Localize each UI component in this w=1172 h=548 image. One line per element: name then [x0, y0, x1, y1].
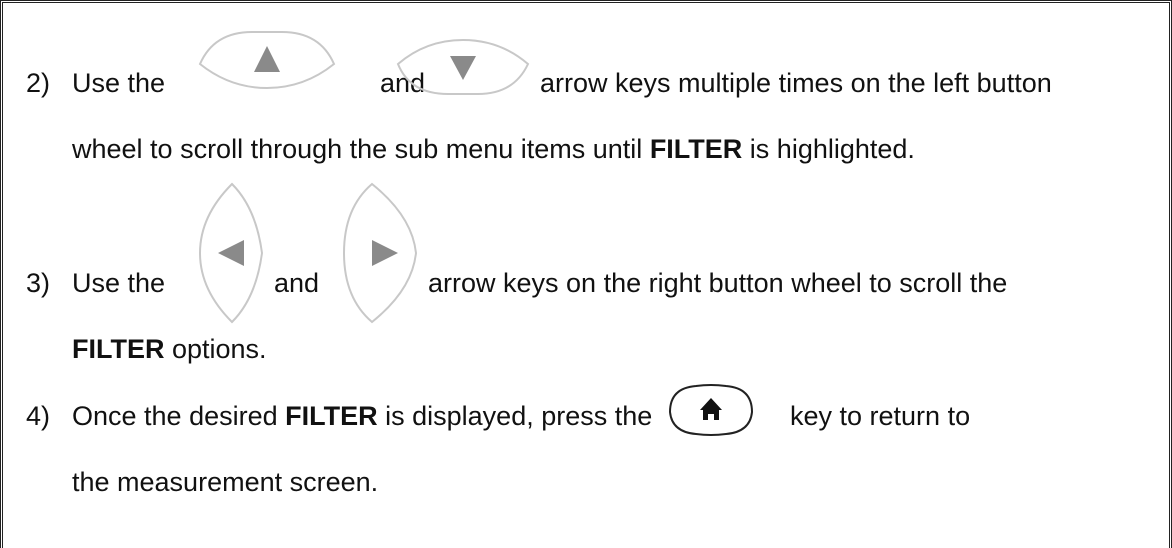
step-3-and: and — [274, 268, 320, 298]
step-4-filter-bold: FILTER — [285, 401, 378, 431]
down-arrow-key-icon — [388, 26, 538, 102]
step-2-line2-pre: wheel to scroll through the sub menu ite… — [72, 134, 650, 164]
left-arrow-key-icon — [190, 178, 272, 328]
step-2-line2-post: is highlighted. — [742, 134, 915, 164]
step-2-number: 2) — [26, 68, 51, 98]
step-2-use-the: Use the — [72, 68, 166, 98]
step-3-text-line2: FILTER options. — [72, 333, 267, 365]
step-2-text-line1: arrow keys multiple times on the left bu… — [540, 68, 1052, 98]
step-3-text-line1: arrow keys on the right button wheel to … — [428, 268, 1008, 298]
step-4-text-line1-end: key to return to — [790, 401, 971, 431]
step-2-text-line2: wheel to scroll through the sub menu ite… — [72, 133, 915, 165]
step-3-use-the: Use the — [72, 268, 166, 298]
home-key-icon — [656, 374, 766, 450]
step-4-text-line2: the measurement screen. — [72, 467, 379, 497]
step-3-line2-post: options. — [164, 334, 267, 364]
step-4-pre: Once the desired — [72, 401, 286, 431]
step-4-mid: is displayed, press the — [377, 401, 653, 431]
step-3-filter-bold: FILTER — [72, 334, 165, 364]
step-2-filter-bold: FILTER — [649, 134, 743, 164]
step-4-text-line1: Once the desired FILTER is displayed, pr… — [72, 400, 652, 432]
step-3-number: 3) — [26, 268, 51, 298]
step-4-number: 4) — [26, 401, 51, 431]
right-arrow-key-icon — [332, 178, 424, 328]
up-arrow-key-icon — [192, 26, 342, 102]
